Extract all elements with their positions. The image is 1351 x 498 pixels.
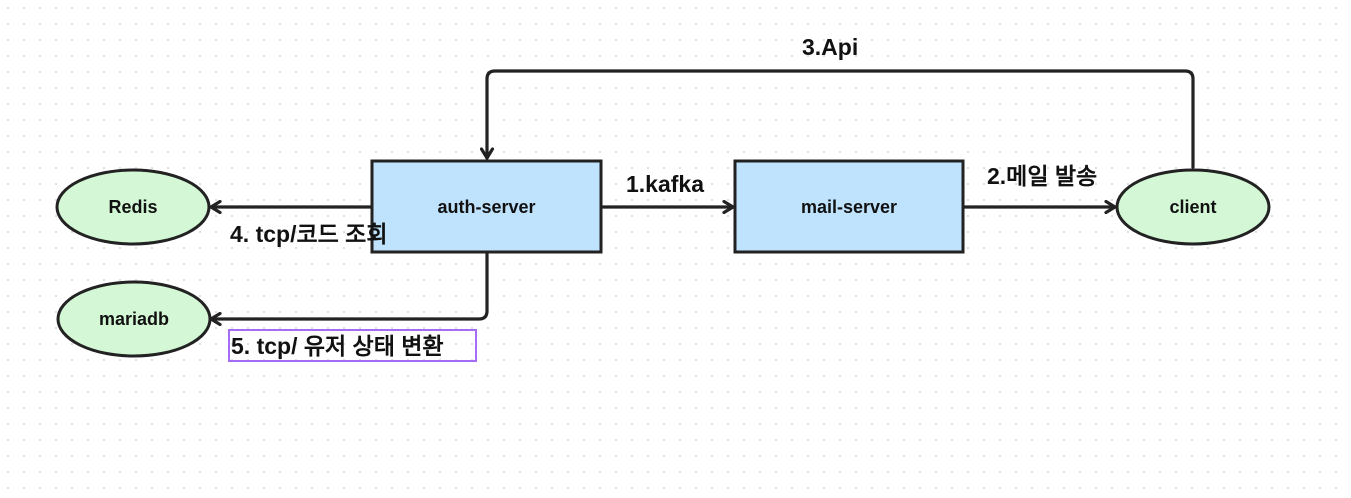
mariadb-label: mariadb bbox=[99, 309, 169, 329]
architecture-diagram: auth-server mail-server Redis mariadb cl… bbox=[55, 34, 1271, 362]
api-edge-label[interactable]: 3.Api bbox=[802, 34, 858, 60]
client-node[interactable]: client bbox=[1115, 168, 1271, 246]
mail-server-label: mail-server bbox=[801, 197, 897, 217]
tcp-user-edge-label-group[interactable]: 5. tcp/ 유저 상태 변환 bbox=[228, 329, 477, 362]
edge-auth-to-mariadb bbox=[209, 252, 489, 319]
mail-server-node[interactable]: mail-server bbox=[733, 159, 965, 254]
kafka-edge-label[interactable]: 1.kafka bbox=[626, 171, 704, 197]
tcp-code-edge-label[interactable]: 4. tcp/코드 조회 bbox=[230, 221, 388, 247]
edge-client-to-auth bbox=[487, 69, 1195, 169]
redis-label: Redis bbox=[108, 197, 157, 217]
mariadb-node[interactable]: mariadb bbox=[56, 280, 212, 358]
mail-send-edge-label[interactable]: 2.메일 발송 bbox=[987, 163, 1097, 189]
redis-node[interactable]: Redis bbox=[55, 168, 211, 246]
client-label: client bbox=[1169, 197, 1216, 217]
auth-server-label: auth-server bbox=[437, 197, 535, 217]
auth-server-node[interactable]: auth-server bbox=[370, 159, 603, 254]
tcp-user-edge-label[interactable]: 5. tcp/ 유저 상태 변환 bbox=[231, 333, 444, 359]
